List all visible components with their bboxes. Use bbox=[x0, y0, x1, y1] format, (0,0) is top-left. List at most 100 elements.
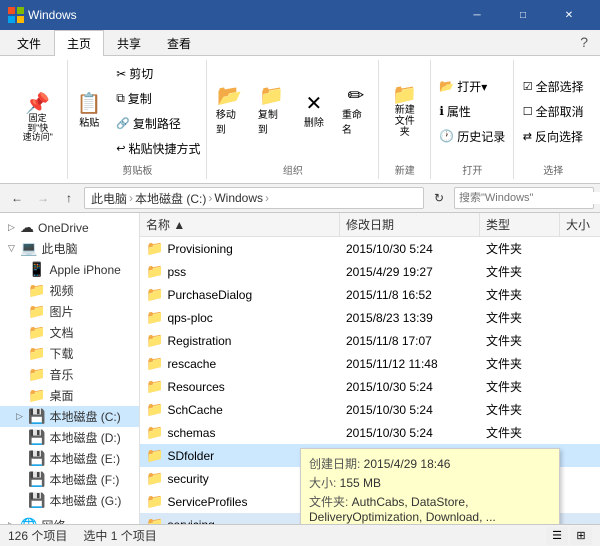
tab-share[interactable]: 共享 bbox=[104, 30, 154, 56]
cut-button[interactable]: ✂ 剪切 bbox=[111, 62, 205, 85]
file-size bbox=[560, 408, 600, 412]
copy-button[interactable]: ⧉ 复制 bbox=[111, 87, 205, 110]
sidebar-item-thispc[interactable]: ▽ 💻 此电脑 bbox=[0, 238, 139, 259]
file-row[interactable]: 📁 PurchaseDialog 2015/11/8 16:52 文件夹 bbox=[140, 283, 600, 306]
up-button[interactable]: ↑ bbox=[58, 187, 80, 209]
rename-label: 重命名 bbox=[342, 106, 370, 136]
sidebar-item-network[interactable]: ▷ 🌐 网络 bbox=[0, 515, 139, 524]
cut-label: 剪切 bbox=[129, 65, 153, 82]
tab-home[interactable]: 主页 bbox=[54, 30, 104, 56]
sidebar-item-localf[interactable]: 💾 本地磁盘 (F:) bbox=[0, 469, 139, 490]
new-folder-button[interactable]: 📁 新建文件夹 bbox=[385, 81, 425, 142]
sidebar-item-locale[interactable]: 💾 本地磁盘 (E:) bbox=[0, 448, 139, 469]
crumb-thispc[interactable]: 此电脑 bbox=[91, 190, 127, 207]
file-row[interactable]: 📁 Resources 2015/10/30 5:24 文件夹 bbox=[140, 375, 600, 398]
invert-icon: ⇄ bbox=[523, 130, 532, 143]
ribbon-group-pin: 📌 固定到"快速访问" bbox=[8, 60, 68, 179]
refresh-button[interactable]: ↻ bbox=[428, 187, 450, 209]
back-button[interactable]: ← bbox=[6, 187, 28, 209]
onedrive-icon: ☁ bbox=[20, 219, 34, 236]
file-row[interactable]: 📁 servicing 2015/10/31 0:13 文件夹 bbox=[140, 513, 600, 524]
app-icon bbox=[8, 7, 24, 23]
sidebar-item-pictures[interactable]: 📁 图片 bbox=[0, 301, 139, 322]
folder-icon: 📁 bbox=[146, 424, 163, 441]
select-none-button[interactable]: ☐ 全部取消 bbox=[518, 100, 589, 123]
clipboard-buttons: 📋 粘贴 ✂ 剪切 ⧉ 复制 🔗 复制路径 ↩ 粘贴快捷方式 bbox=[69, 62, 205, 160]
properties-button[interactable]: ℹ 属性 bbox=[434, 100, 510, 123]
file-date: 2015/10/30 5:24 bbox=[340, 401, 480, 419]
move-to-button[interactable]: 📂 移动到 bbox=[210, 82, 250, 140]
copy-to-label: 复制到 bbox=[258, 106, 286, 136]
file-row[interactable]: 📁 qps-ploc 2015/8/23 13:39 文件夹 bbox=[140, 306, 600, 329]
select-all-button[interactable]: ☑ 全部选择 bbox=[518, 75, 589, 98]
window-title: Windows bbox=[28, 8, 454, 22]
file-row[interactable]: 📁 pss 2015/4/29 19:27 文件夹 bbox=[140, 260, 600, 283]
minimize-button[interactable]: ─ bbox=[454, 0, 500, 30]
file-row[interactable]: 📁 SDfolder 2015/11/8 17:10 文件夹 bbox=[140, 444, 600, 467]
file-row[interactable]: 📁 Registration 2015/11/8 17:07 文件夹 bbox=[140, 329, 600, 352]
delete-button[interactable]: ✕ 删除 bbox=[294, 90, 334, 133]
open-buttons: 📂 打开▾ ℹ 属性 🕐 历史记录 bbox=[434, 62, 510, 160]
rename-button[interactable]: ✏ 重命名 bbox=[336, 82, 376, 140]
delete-label: 删除 bbox=[304, 114, 324, 129]
close-button[interactable]: ✕ bbox=[546, 0, 592, 30]
delete-icon: ✕ bbox=[305, 94, 322, 114]
file-row[interactable]: 📁 ServiceProfiles 2015/10/29 18:46 文件夹 bbox=[140, 490, 600, 513]
file-name: PurchaseDialog bbox=[167, 288, 252, 302]
invert-select-button[interactable]: ⇄ 反向选择 bbox=[518, 125, 589, 148]
file-row[interactable]: 📁 schemas 2015/10/30 5:24 文件夹 bbox=[140, 421, 600, 444]
details-view-button[interactable]: ☰ bbox=[546, 527, 568, 545]
file-row[interactable]: 📁 rescache 2015/11/12 11:48 文件夹 bbox=[140, 352, 600, 375]
file-row[interactable]: 📁 SchCache 2015/10/30 5:24 文件夹 bbox=[140, 398, 600, 421]
open-button[interactable]: 📂 打开▾ bbox=[434, 75, 510, 98]
sidebar-item-iphone[interactable]: 📱 Apple iPhone bbox=[0, 259, 139, 280]
file-row[interactable]: 📁 security 2015/10/31 0:13 文件夹 bbox=[140, 467, 600, 490]
address-path[interactable]: 此电脑 › 本地磁盘 (C:) › Windows › bbox=[84, 187, 424, 209]
sidebar-item-desktop[interactable]: 📁 桌面 bbox=[0, 385, 139, 406]
large-icons-view-button[interactable]: ⊞ bbox=[570, 527, 592, 545]
search-box[interactable]: 🔍 bbox=[454, 187, 594, 209]
help-button[interactable]: ? bbox=[572, 30, 596, 56]
sidebar-item-downloads[interactable]: 📁 下载 bbox=[0, 343, 139, 364]
col-header-date[interactable]: 修改日期 bbox=[340, 213, 480, 236]
copy-path-button[interactable]: 🔗 复制路径 bbox=[111, 112, 205, 135]
organize-label: 组织 bbox=[283, 160, 303, 177]
col-header-type[interactable]: 类型 bbox=[480, 213, 560, 236]
sidebar-item-music[interactable]: 📁 音乐 bbox=[0, 364, 139, 385]
sidebar-label-onedrive: OneDrive bbox=[38, 221, 89, 235]
file-size bbox=[560, 431, 600, 435]
tab-view[interactable]: 查看 bbox=[154, 30, 204, 56]
new-folder-icon: 📁 bbox=[392, 85, 417, 105]
crumb-sep-1: › bbox=[129, 191, 133, 205]
file-date: 2015/10/31 0:13 bbox=[340, 516, 480, 525]
file-type: 文件夹 bbox=[480, 307, 560, 328]
sidebar-label-videos: 视频 bbox=[49, 282, 73, 299]
sidebar-item-videos[interactable]: 📁 视频 bbox=[0, 280, 139, 301]
iphone-icon: 📱 bbox=[28, 261, 45, 278]
file-type: 文件夹 bbox=[480, 261, 560, 282]
paste-button[interactable]: 📋 粘贴 bbox=[69, 90, 109, 133]
sidebar-item-localc[interactable]: ▷ 💾 本地磁盘 (C:) bbox=[0, 406, 139, 427]
pin-to-quick-access-button[interactable]: 📌 固定到"快速访问" bbox=[14, 90, 61, 148]
file-row[interactable]: 📁 Provisioning 2015/10/30 5:24 文件夹 bbox=[140, 237, 600, 260]
crumb-windows[interactable]: Windows bbox=[214, 191, 263, 205]
file-type: 文件夹 bbox=[480, 399, 560, 420]
folder-icon: 📁 bbox=[146, 470, 163, 487]
sidebar-item-onedrive[interactable]: ▷ ☁ OneDrive bbox=[0, 217, 139, 238]
copy-label: 复制 bbox=[128, 90, 152, 107]
col-header-name[interactable]: 名称 ▲ bbox=[140, 213, 340, 236]
paste-shortcut-button[interactable]: ↩ 粘贴快捷方式 bbox=[111, 137, 205, 160]
search-input[interactable] bbox=[459, 192, 600, 204]
col-header-size[interactable]: 大小 bbox=[560, 213, 600, 236]
sidebar-item-documents[interactable]: 📁 文档 bbox=[0, 322, 139, 343]
window-controls[interactable]: ─ □ ✕ bbox=[454, 0, 592, 30]
crumb-localc[interactable]: 本地磁盘 (C:) bbox=[135, 190, 206, 207]
file-date: 2015/10/29 18:46 bbox=[340, 493, 480, 511]
forward-button[interactable]: → bbox=[32, 187, 54, 209]
history-button[interactable]: 🕐 历史记录 bbox=[434, 125, 510, 148]
sidebar-item-locald[interactable]: 💾 本地磁盘 (D:) bbox=[0, 427, 139, 448]
maximize-button[interactable]: □ bbox=[500, 0, 546, 30]
copy-to-button[interactable]: 📁 复制到 bbox=[252, 82, 292, 140]
file-size bbox=[560, 270, 600, 274]
tab-file[interactable]: 文件 bbox=[4, 30, 54, 56]
